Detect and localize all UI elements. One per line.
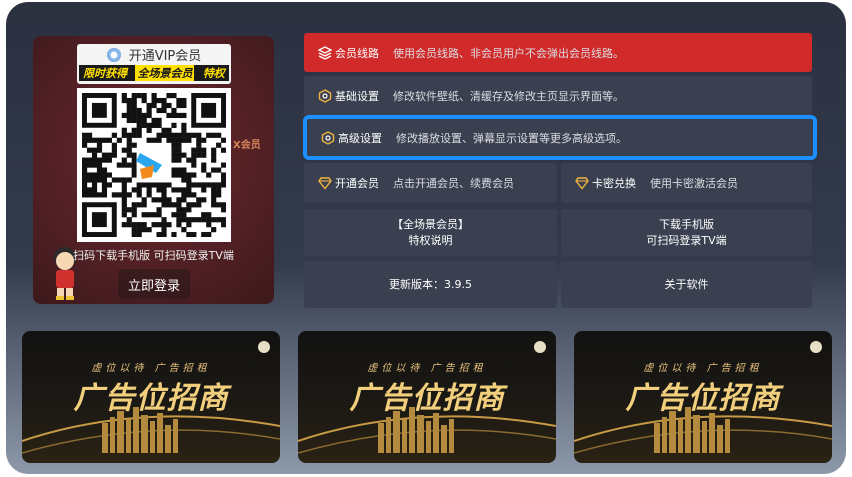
app-logo-icon [106, 47, 121, 62]
layers-icon [318, 45, 332, 60]
menu-item-desc: 修改软件壁纸、清缓存及修改主页显示界面等。 [393, 90, 624, 103]
download-app-button[interactable]: 下载手机版 可扫码登录TV端 [561, 209, 812, 256]
banner-title: 广告位招商 [349, 381, 505, 416]
menu-item-vip-line[interactable]: 会员线路 使用会员线路、非会员用户不会弹出会员线路。 [304, 33, 812, 72]
banner-subtitle: 虚位以待 广告招租 [367, 363, 487, 374]
open-vip-desc: 点击开通会员、续费会员 [393, 177, 514, 190]
download-line2: 可扫码登录TV端 [646, 233, 727, 247]
redeem-desc: 使用卡密激活会员 [650, 177, 738, 190]
hexagon-icon [318, 89, 332, 103]
vip-tag: 特权 [202, 67, 225, 80]
privilege-line1: 【全场景会员】 [392, 217, 469, 231]
diamond-icon [318, 177, 332, 190]
banner-subtitle: 虚位以待 广告招租 [643, 363, 763, 374]
banner-subtitle: 虚位以待 广告招租 [91, 363, 211, 374]
menu-item-title: 会员线路 [335, 46, 379, 60]
banner-title: 广告位招商 [73, 381, 229, 416]
vip-promo-card: 开通VIP会员 限时获得 全场景会员 特权 [77, 44, 231, 84]
open-vip-button[interactable]: 开通会员 点击开通会员、续费会员 [304, 163, 557, 203]
menu-item-title: 基础设置 [335, 90, 379, 103]
vip-caption: 扫码下载手机版 可扫码登录TV端 [73, 249, 234, 262]
vip-tag: 全场景会员 [135, 65, 195, 81]
focus-highlight [303, 115, 817, 160]
ad-banner[interactable]: 虚位以待 广告招租 广告位招商 [574, 331, 832, 463]
open-vip-title: 开通会员 [335, 177, 379, 190]
diamond-icon [575, 177, 589, 190]
menu-item-basic-settings[interactable]: 基础设置 修改软件壁纸、清缓存及修改主页显示界面等。 [304, 76, 812, 116]
app-window: 开通VIP会员 限时获得 全场景会员 特权 X会员 扫码下载手机版 可扫码登录T… [6, 2, 846, 474]
vip-side-text: X会员 [233, 140, 261, 151]
about-label: 关于软件 [664, 277, 709, 291]
version-label: 更新版本： [389, 277, 444, 291]
menu-item-desc: 使用会员线路、非会员用户不会弹出会员线路。 [393, 46, 624, 60]
vip-panel[interactable]: 开通VIP会员 限时获得 全场景会员 特权 X会员 扫码下载手机版 可扫码登录T… [33, 36, 274, 304]
privilege-info-button[interactable]: 【全场景会员】 特权说明 [304, 209, 557, 256]
qr-code [77, 88, 231, 242]
ad-banner[interactable]: 虚位以待 广告招租 广告位招商 [298, 331, 556, 463]
update-version-button[interactable]: 更新版本： 3.9.5 [304, 261, 557, 308]
version-value: 3.9.5 [444, 277, 472, 291]
ad-banner[interactable]: 虚位以待 广告招租 广告位招商 [22, 331, 280, 463]
redeem-card-button[interactable]: 卡密兑换 使用卡密激活会员 [561, 163, 812, 203]
privilege-line2: 特权说明 [408, 233, 453, 247]
about-button[interactable]: 关于软件 [561, 261, 812, 308]
redeem-title: 卡密兑换 [592, 177, 636, 190]
vip-card-title: 开通VIP会员 [128, 49, 202, 64]
download-line1: 下载手机版 [659, 217, 714, 231]
banner-title: 广告位招商 [625, 381, 781, 416]
login-button[interactable]: 立即登录 [118, 269, 190, 299]
vip-tag: 限时获得 [83, 67, 128, 80]
